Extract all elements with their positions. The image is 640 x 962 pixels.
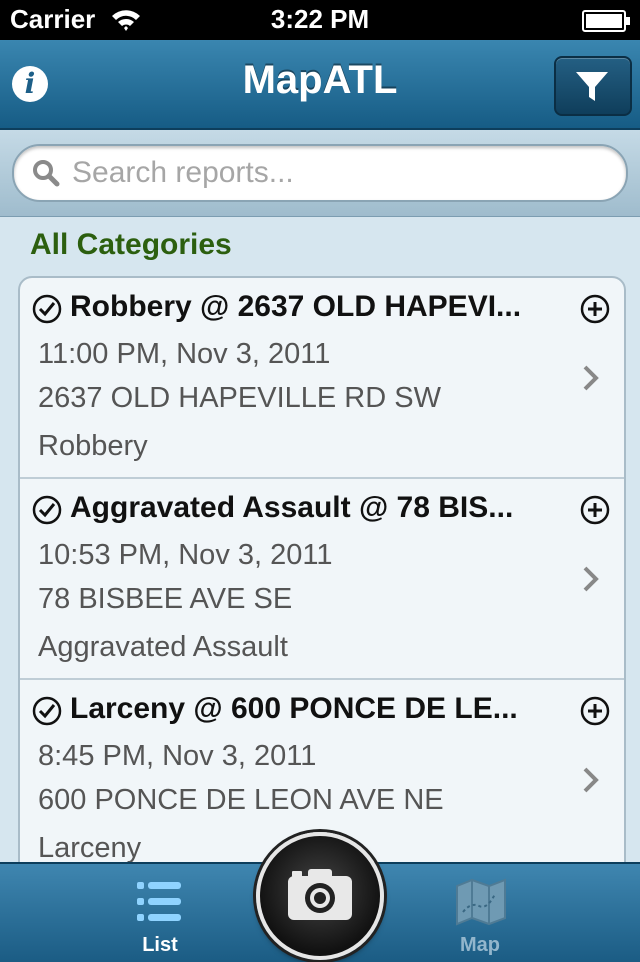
report-title: Robbery @ 2637 OLD HAPEVI... — [70, 290, 522, 323]
report-list: Robbery @ 2637 OLD HAPEVI... 11:00 PM, N… — [18, 276, 626, 880]
report-title: Aggravated Assault @ 78 BIS... — [70, 491, 514, 524]
report-address: 78 BISBEE AVE SE — [38, 583, 293, 615]
map-icon — [456, 878, 506, 926]
report-time: 8:45 PM, Nov 3, 2011 — [38, 740, 317, 772]
tab-map-label: Map — [460, 934, 500, 956]
report-category: Larceny — [38, 832, 142, 864]
chevron-right-icon — [583, 566, 599, 592]
search-field[interactable] — [12, 144, 628, 202]
report-address: 600 PONCE DE LEON AVE NE — [38, 784, 444, 816]
section-title: All Categories — [30, 228, 232, 261]
list-icon — [137, 882, 181, 921]
status-time: 3:22 PM — [270, 4, 370, 34]
page-title: MapATL — [242, 58, 398, 102]
filter-icon — [576, 72, 608, 101]
report-cell-robbery[interactable]: Robbery @ 2637 OLD HAPEVI... 11:00 PM, N… — [20, 278, 624, 479]
tab-list-label: List — [142, 934, 178, 956]
report-category: Aggravated Assault — [38, 631, 288, 663]
search-icon — [33, 160, 60, 187]
add-icon[interactable] — [580, 294, 610, 324]
report-title: Larceny @ 600 PONCE DE LE... — [70, 692, 518, 725]
add-icon[interactable] — [580, 696, 610, 726]
tab-list[interactable]: List — [80, 864, 240, 962]
navigation-bar: i MapATL — [0, 40, 640, 130]
report-time: 10:53 PM, Nov 3, 2011 — [38, 539, 333, 571]
camera-icon — [288, 869, 352, 920]
report-time: 11:00 PM, Nov 3, 2011 — [38, 338, 331, 370]
chevron-right-icon — [583, 767, 599, 793]
tab-map[interactable]: Map — [400, 864, 560, 962]
filter-button[interactable] — [554, 56, 632, 116]
checkmark-circle-icon — [32, 495, 62, 525]
battery-icon — [582, 10, 630, 32]
chevron-right-icon — [583, 365, 599, 391]
status-bar: Carrier 3:22 PM — [0, 0, 640, 40]
checkmark-circle-icon — [32, 696, 62, 726]
search-input[interactable] — [70, 152, 604, 194]
search-bar — [0, 130, 640, 217]
checkmark-circle-icon — [32, 294, 62, 324]
report-category: Robbery — [38, 430, 148, 462]
camera-button[interactable] — [256, 832, 384, 960]
report-cell-aggravated-assault[interactable]: Aggravated Assault @ 78 BIS... 10:53 PM,… — [20, 479, 624, 680]
report-address: 2637 OLD HAPEVILLE RD SW — [38, 382, 441, 414]
add-icon[interactable] — [580, 495, 610, 525]
